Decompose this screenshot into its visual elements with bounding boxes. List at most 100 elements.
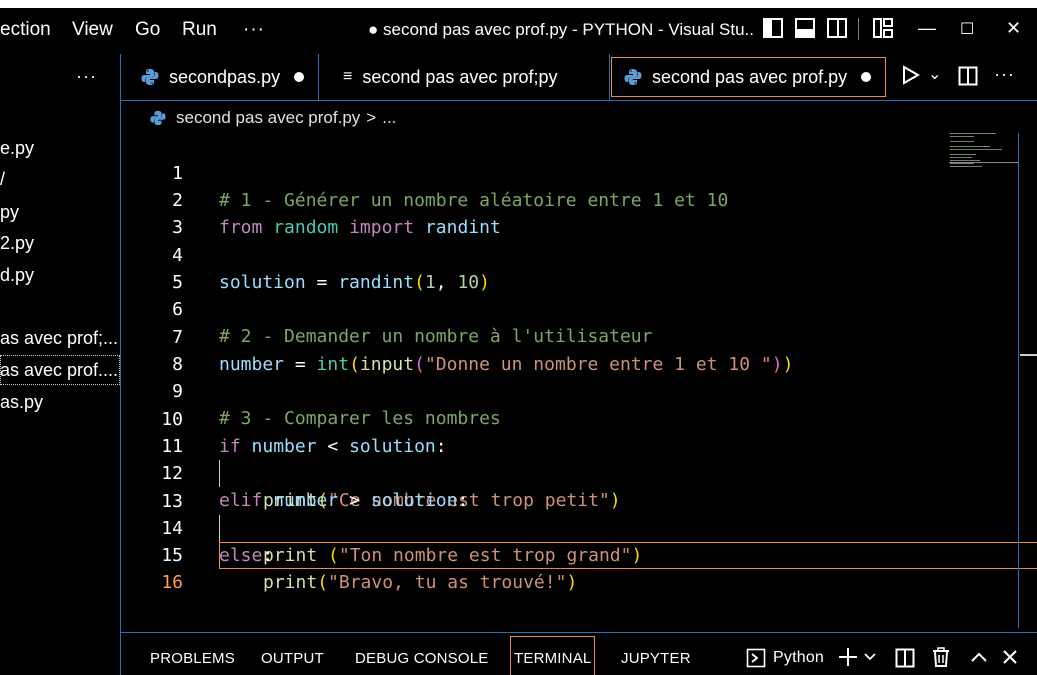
tab-terminal[interactable]: TERMINAL	[510, 636, 596, 675]
token-function: print	[263, 572, 318, 593]
close-window-button[interactable]: ✕	[1006, 18, 1021, 39]
add-terminal-icon[interactable]	[837, 646, 859, 668]
sidebar-file-item[interactable]: d.py	[0, 260, 120, 290]
customize-layout-icon[interactable]	[872, 17, 894, 39]
code-line[interactable]: 2 from random import randint	[121, 160, 1021, 238]
maximize-button[interactable]: ☐	[960, 19, 974, 39]
minimap-slider-edge	[949, 162, 1018, 163]
sidebar-file-label: d.py	[0, 265, 35, 285]
tab-output[interactable]: OUTPUT	[261, 650, 324, 667]
text-file-icon: ≡	[343, 68, 353, 85]
tab-second-pas-avec-prof-txt[interactable]: ≡ second pas avec prof;py	[343, 54, 557, 100]
minimap-line	[950, 163, 974, 164]
line-number-current: 16	[161, 572, 183, 593]
code-line[interactable]: 11 print("Ce nombre est trop petit")	[121, 406, 1021, 511]
explorer-sidebar: ··· e.py / py 2.py d.py as avec prof;...…	[0, 54, 120, 675]
maximize-panel-icon[interactable]	[970, 649, 988, 665]
chevron-down-icon[interactable]	[863, 650, 877, 664]
sidebar-file-label: as avec prof....	[0, 360, 119, 380]
minimap-line	[950, 141, 974, 142]
minimap-line	[950, 154, 976, 155]
run-menu-chevron-down-icon[interactable]: ⌄	[928, 64, 941, 84]
code-line-current[interactable]: 16	[121, 542, 1021, 593]
close-panel-icon[interactable]	[1002, 649, 1018, 665]
code-line[interactable]: 7 number = int(input("Donne un nombre en…	[121, 297, 1021, 375]
code-line[interactable]: 5	[121, 242, 1021, 293]
sidebar-file-item-selected[interactable]: as avec prof....	[0, 355, 120, 385]
sidebar-file-item[interactable]: 2.py	[0, 228, 120, 258]
token-bracket: )	[566, 572, 578, 593]
sidebar-file-label: /	[0, 169, 6, 189]
editor-tabs: secondpas.py ≡ second pas avec prof;py s…	[121, 54, 1037, 100]
tab-secondpas[interactable]: secondpas.py	[141, 54, 305, 100]
sidebar-file-item[interactable]: as.py	[0, 387, 120, 417]
tab-debug-console[interactable]: DEBUG CONSOLE	[355, 650, 488, 667]
menu-more[interactable]: ···	[243, 19, 265, 41]
tab-label: secondpas.py	[169, 66, 281, 87]
breadcrumb-separator-icon: >	[366, 108, 377, 127]
minimap-line	[950, 166, 982, 167]
code-line[interactable]: 6 # 2 - Demander un nombre à l'utilisate…	[121, 269, 1021, 347]
minimap-line	[950, 149, 1002, 150]
code-line[interactable]: 10 if number < solution:	[121, 379, 1021, 457]
scrollbar-cursor-marker	[1020, 354, 1037, 356]
token-bracket: (	[317, 572, 329, 593]
minimap-line	[950, 136, 974, 137]
breadcrumb-file[interactable]: second pas avec prof.py	[176, 108, 360, 128]
sidebar-file-item[interactable]: /	[0, 164, 120, 194]
code-line[interactable]: 15 print("Bravo, tu as trouvé!")	[121, 515, 1021, 593]
sidebar-file-label: py	[0, 202, 20, 222]
code-line[interactable]: 9 # 3 - Comparer les nombres	[121, 351, 1021, 429]
toggle-panel-icon[interactable]	[794, 17, 816, 39]
sidebar-file-item[interactable]: as avec prof;...	[0, 323, 120, 353]
sidebar-file-label: 2.py	[0, 233, 35, 253]
toggle-primary-sidebar-icon[interactable]	[762, 17, 784, 39]
minimap-line	[950, 146, 990, 147]
editor-more-actions-icon[interactable]: ···	[994, 64, 1015, 85]
window-top-edge	[0, 0, 1037, 8]
code-line[interactable]: 1 # 1 - Générer un nombre aléatoire entr…	[121, 133, 1021, 211]
code-text: print("Bravo, tu as trouvé!")	[263, 569, 577, 596]
run-python-file-icon[interactable]	[902, 65, 921, 90]
sidebar-file-item[interactable]: py	[0, 197, 120, 227]
menu-selection[interactable]: ection	[0, 19, 51, 41]
sidebar-file-label: as.py	[0, 392, 44, 412]
panel-border[interactable]	[121, 632, 1037, 633]
sidebar-file-label: e.py	[0, 138, 35, 158]
tab-jupyter[interactable]: JUPYTER	[621, 650, 691, 667]
menu-run[interactable]: Run	[182, 19, 217, 41]
tab-label: second pas avec prof;py	[362, 66, 558, 87]
menu-view[interactable]: View	[72, 19, 113, 41]
minimap[interactable]	[948, 133, 1020, 173]
tab-second-pas-avec-prof-active[interactable]: second pas avec prof.py	[611, 57, 887, 97]
code-line[interactable]: 13 print ("Ton nombre est trop grand")	[121, 461, 1021, 566]
trash-icon[interactable]	[931, 647, 951, 668]
tab-divider	[318, 54, 319, 100]
modified-dot-icon[interactable]	[294, 72, 305, 82]
minimize-button[interactable]: —	[918, 18, 936, 39]
explorer-more-actions-icon[interactable]: ···	[76, 66, 97, 87]
split-terminal-icon[interactable]	[895, 648, 915, 668]
python-icon	[141, 69, 159, 85]
code-line[interactable]: 3	[121, 187, 1021, 238]
minimap-line	[950, 160, 980, 161]
sidebar-file-item[interactable]: e.py	[0, 133, 120, 163]
breadcrumb: second pas avec prof.py > ...	[150, 106, 396, 130]
code-line[interactable]: 14 else:	[121, 488, 1021, 566]
tab-problems[interactable]: PROBLEMS	[150, 650, 235, 667]
code-line[interactable]: 12 elif number > solution:	[121, 433, 1021, 511]
minimap-line	[950, 133, 996, 134]
toggle-secondary-sidebar-icon[interactable]	[826, 17, 848, 39]
code-line[interactable]: 4 solution = randint(1, 10)	[121, 215, 1021, 293]
terminal-name[interactable]: Python	[773, 649, 824, 667]
editor-scrollbar-track[interactable]	[1018, 133, 1019, 628]
code-editor[interactable]: 1 # 1 - Générer un nombre aléatoire entr…	[121, 133, 1037, 628]
terminal-icon[interactable]	[746, 648, 766, 668]
breadcrumb-symbols[interactable]: ...	[382, 108, 396, 128]
window-title: ● second pas avec prof.py - PYTHON - Vis…	[368, 20, 753, 39]
tab-label: second pas avec prof.py	[652, 66, 848, 87]
modified-dot-icon[interactable]	[861, 72, 872, 82]
menu-go[interactable]: Go	[135, 19, 160, 41]
code-line[interactable]: 8	[121, 324, 1021, 375]
split-editor-icon[interactable]	[958, 66, 978, 91]
